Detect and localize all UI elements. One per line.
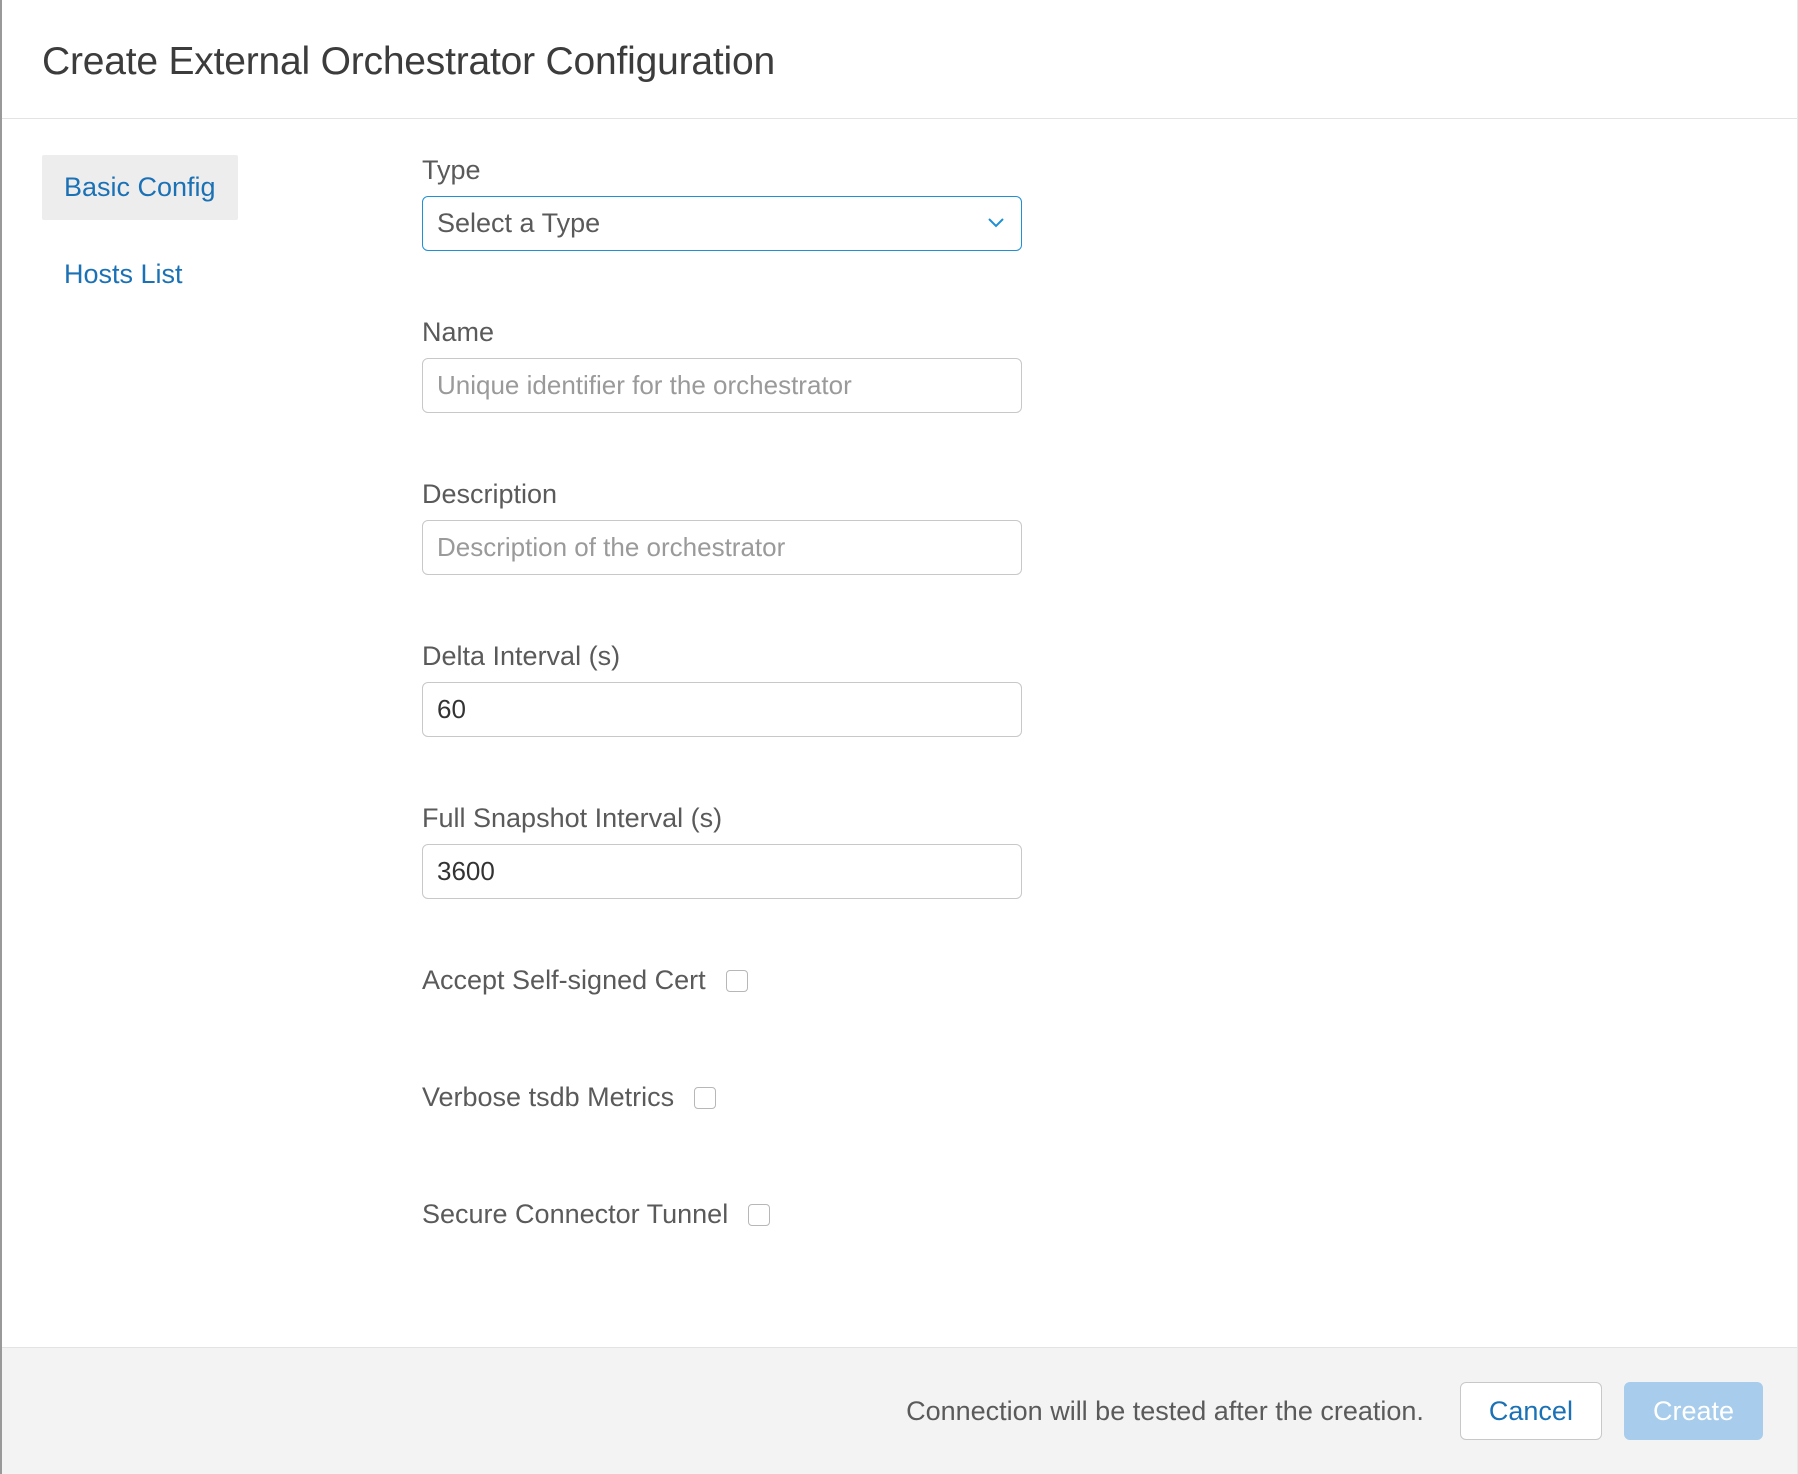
full-snapshot-interval-input[interactable]	[422, 844, 1022, 899]
create-button[interactable]: Create	[1624, 1382, 1763, 1440]
accept-self-signed-checkbox[interactable]	[726, 970, 748, 992]
form-group-name: Name	[422, 317, 1557, 413]
accept-self-signed-label: Accept Self-signed Cert	[422, 965, 706, 996]
sidebar-item-label: Basic Config	[64, 172, 216, 202]
form-group-verbose-tsdb: Verbose tsdb Metrics	[422, 1082, 1557, 1113]
sidebar-item-basic-config[interactable]: Basic Config	[42, 155, 238, 220]
delta-interval-label: Delta Interval (s)	[422, 641, 1557, 672]
form-area: Type Select a Type Name Description	[422, 155, 1757, 1347]
form-group-full-snapshot-interval: Full Snapshot Interval (s)	[422, 803, 1557, 899]
name-input[interactable]	[422, 358, 1022, 413]
form-group-secure-tunnel: Secure Connector Tunnel	[422, 1199, 1557, 1230]
create-orchestrator-dialog: Create External Orchestrator Configurati…	[0, 0, 1798, 1474]
type-select-value: Select a Type	[437, 208, 600, 239]
verbose-tsdb-checkbox[interactable]	[694, 1087, 716, 1109]
dialog-header: Create External Orchestrator Configurati…	[2, 0, 1797, 119]
full-snapshot-interval-label: Full Snapshot Interval (s)	[422, 803, 1557, 834]
footer-note: Connection will be tested after the crea…	[906, 1396, 1424, 1427]
dialog-title: Create External Orchestrator Configurati…	[42, 40, 1757, 84]
sidebar: Basic Config Hosts List	[42, 155, 422, 1347]
form-group-delta-interval: Delta Interval (s)	[422, 641, 1557, 737]
type-label: Type	[422, 155, 1557, 186]
secure-tunnel-checkbox[interactable]	[748, 1204, 770, 1226]
description-input[interactable]	[422, 520, 1022, 575]
secure-tunnel-label: Secure Connector Tunnel	[422, 1199, 728, 1230]
verbose-tsdb-label: Verbose tsdb Metrics	[422, 1082, 674, 1113]
form-group-type: Type Select a Type	[422, 155, 1557, 251]
cancel-button[interactable]: Cancel	[1460, 1382, 1602, 1440]
delta-interval-input[interactable]	[422, 682, 1022, 737]
dialog-footer: Connection will be tested after the crea…	[2, 1347, 1797, 1474]
sidebar-item-hosts-list[interactable]: Hosts List	[42, 242, 205, 307]
form-group-accept-self-signed: Accept Self-signed Cert	[422, 965, 1557, 996]
description-label: Description	[422, 479, 1557, 510]
form-group-description: Description	[422, 479, 1557, 575]
name-label: Name	[422, 317, 1557, 348]
type-select[interactable]: Select a Type	[422, 196, 1022, 251]
type-select-wrap: Select a Type	[422, 196, 1022, 251]
dialog-body: Basic Config Hosts List Type Select a Ty…	[2, 119, 1797, 1347]
sidebar-item-label: Hosts List	[64, 259, 183, 289]
